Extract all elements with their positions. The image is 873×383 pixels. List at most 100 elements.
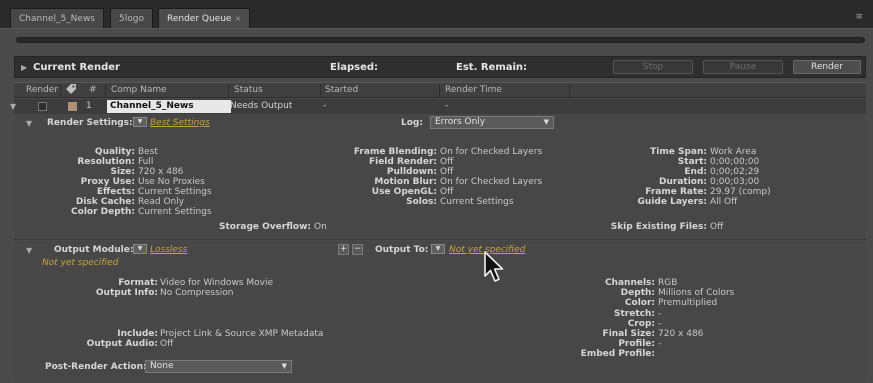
start-value: 0;00;00;00 — [710, 157, 760, 167]
column-status[interactable]: Status — [234, 85, 263, 95]
format-label: Format: — [118, 278, 158, 288]
proxy-use-value: Use No Proxies — [138, 177, 205, 187]
end-value: 0;00;02;29 — [710, 167, 760, 177]
duration-label: Duration: — [659, 177, 707, 187]
elapsed-label: Elapsed: — [330, 62, 379, 73]
effects-value: Current Settings — [138, 187, 212, 197]
column-render-time[interactable]: Render Time — [445, 85, 502, 95]
stop-button[interactable]: Stop — [613, 60, 693, 74]
column-divider — [320, 84, 321, 97]
post-render-action-dropdown[interactable]: None ▼ — [145, 360, 292, 373]
format-value: Video for Windows Movie — [160, 278, 273, 288]
tab-render-queue[interactable]: Render Queue × — [158, 8, 251, 29]
column-divider — [228, 84, 229, 97]
stretch-value: - — [658, 309, 662, 319]
output-module-preset[interactable]: Lossless — [150, 245, 187, 255]
storage-overflow-label: Storage Overflow: — [219, 222, 311, 232]
resolution-label: Resolution: — [77, 157, 135, 167]
chevron-down-icon[interactable]: ▼ — [431, 244, 445, 254]
chevron-down-icon[interactable]: ▼ — [133, 117, 147, 127]
final-size-value: 720 x 486 — [658, 329, 704, 339]
add-output-module-button[interactable]: + — [338, 244, 349, 255]
include-value: Project Link & Source XMP Metadata — [160, 329, 324, 339]
output-module-label: Output Module: — [54, 245, 134, 255]
output-module-not-specified: Not yet specified — [42, 258, 119, 268]
profile-label: Profile: — [618, 339, 655, 349]
depth-value: Millions of Colors — [658, 288, 735, 298]
post-render-action-label: Post-Render Action: — [45, 362, 147, 372]
post-render-action-value: None — [150, 361, 174, 371]
disk-cache-value: Read Only — [138, 197, 185, 207]
channels-value: RGB — [658, 278, 678, 288]
include-label: Include: — [117, 329, 158, 339]
color-value: Premultiplied — [658, 298, 718, 308]
disk-cache-label: Disk Cache: — [75, 197, 135, 207]
close-icon[interactable]: × — [234, 14, 241, 23]
current-render-title: Current Render — [33, 62, 120, 73]
time-span-label: Time Span: — [650, 147, 707, 157]
queue-column-header: Render # Comp Name Status Started Render… — [14, 82, 866, 98]
comp-name-cell[interactable]: Channel_5_News — [107, 100, 231, 113]
render-checkbox[interactable] — [38, 102, 47, 111]
time-span-value: Work Area — [710, 147, 757, 157]
channels-label: Channels: — [604, 278, 655, 288]
log-dropdown-value: Errors Only — [435, 117, 486, 127]
tab-5logo[interactable]: 5logo — [110, 8, 153, 28]
size-label: Size: — [110, 167, 135, 177]
expand-triangle-icon[interactable]: ▶ — [21, 63, 27, 72]
resolution-value: Full — [138, 157, 154, 167]
frame-rate-label: Frame Rate: — [645, 187, 707, 197]
collapse-triangle-icon[interactable]: ▼ — [26, 246, 32, 255]
panel-menu-icon[interactable]: ≡ — [855, 12, 863, 22]
tab-channel-5-news[interactable]: Channel_5_News — [10, 8, 104, 28]
item-number: 1 — [86, 101, 92, 111]
column-number[interactable]: # — [89, 85, 97, 95]
collapse-triangle-icon[interactable]: ▼ — [26, 119, 32, 128]
use-opengl-value: Off — [440, 187, 454, 197]
remove-output-module-button[interactable]: − — [352, 244, 363, 255]
expand-triangle-icon[interactable]: ▼ — [10, 102, 16, 111]
guide-layers-label: Guide Layers: — [637, 197, 707, 207]
render-settings-preset[interactable]: Best Settings — [150, 118, 210, 128]
chevron-down-icon[interactable]: ▼ — [133, 244, 147, 254]
render-button[interactable]: Render — [793, 60, 861, 74]
current-render-bar: ▶ Current Render Elapsed: Est. Remain: S… — [14, 56, 866, 78]
label-color-swatch[interactable] — [68, 102, 77, 111]
panel-tab-bar: Channel_5_News 5logo Render Queue × ≡ — [0, 0, 873, 29]
stretch-label: Stretch: — [614, 309, 655, 319]
output-info-value: No Compression — [160, 288, 234, 298]
log-dropdown[interactable]: Errors Only ▼ — [430, 116, 554, 129]
chevron-down-icon: ▼ — [543, 118, 549, 126]
tab-label: Render Queue — [167, 14, 232, 24]
pause-button[interactable]: Pause — [703, 60, 783, 74]
color-label: Color: — [624, 298, 655, 308]
frame-blending-label: Frame Blending: — [353, 147, 437, 157]
output-audio-label: Output Audio: — [86, 339, 158, 349]
output-info-label: Output Info: — [95, 288, 158, 298]
quality-label: Quality: — [94, 147, 135, 157]
tab-label: 5logo — [119, 14, 144, 24]
depth-label: Depth: — [620, 288, 655, 298]
render-progress-bar — [16, 37, 865, 43]
pulldown-label: Pulldown: — [386, 167, 437, 177]
column-comp-name[interactable]: Comp Name — [111, 85, 167, 95]
motion-blur-value: On for Checked Layers — [440, 177, 543, 187]
output-module-section: ▼ Output Module: ▼ Lossless Not yet spec… — [14, 241, 866, 382]
output-to-label: Output To: — [375, 245, 429, 255]
column-started[interactable]: Started — [325, 85, 358, 95]
label-tag-icon[interactable] — [65, 83, 77, 98]
queue-item-row[interactable]: ▼ 1 Channel_5_News Needs Output - - — [10, 99, 866, 114]
item-status: Needs Output — [230, 101, 293, 111]
field-render-label: Field Render: — [368, 157, 437, 167]
frame-rate-value: 29.97 (comp) — [710, 187, 771, 197]
column-render[interactable]: Render — [26, 85, 58, 95]
final-size-label: Final Size: — [602, 329, 655, 339]
crop-label: Crop: — [627, 319, 655, 329]
column-divider — [105, 84, 106, 97]
tab-label: Channel_5_News — [19, 14, 95, 24]
color-depth-label: Color Depth: — [71, 207, 135, 217]
duration-value: 0;00;03;00 — [710, 177, 760, 187]
pulldown-value: Off — [440, 167, 454, 177]
proxy-use-label: Proxy Use: — [80, 177, 135, 187]
log-label: Log: — [401, 118, 423, 128]
